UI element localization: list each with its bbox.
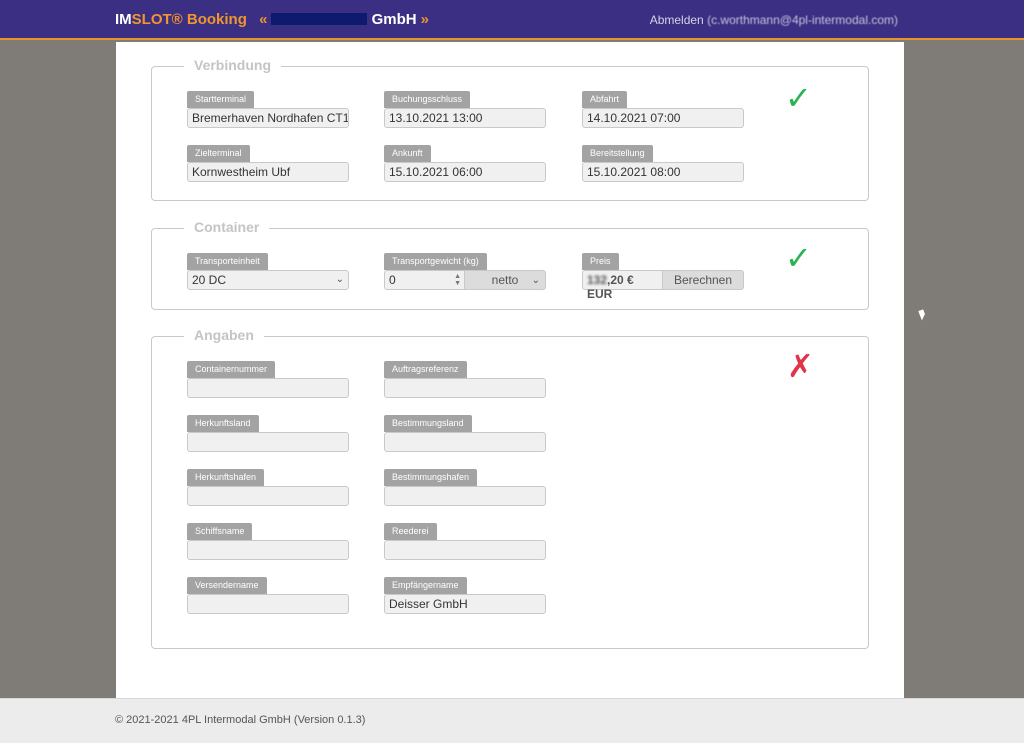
label-reederei: Reederei: [384, 523, 437, 540]
ankunft-input[interactable]: 15.10.2021 06:00: [384, 162, 546, 182]
preis-value-blurred: 132: [587, 273, 608, 287]
label-buchungsschluss: Buchungsschluss: [384, 91, 471, 108]
preis-display: 132,20 € EUR: [582, 270, 663, 301]
label-bestimmungshafen: Bestimmungshafen: [384, 469, 478, 486]
spinner-icon[interactable]: ▲ ▼: [454, 273, 461, 287]
bestimmungsland-input[interactable]: [384, 432, 546, 452]
field-bestimmungshafen: Bestimmungshafen: [384, 467, 546, 506]
mouse-cursor-icon: [918, 309, 927, 321]
abfahrt-input[interactable]: 14.10.2021 07:00: [582, 108, 744, 128]
angaben-invalid-cross-icon: ✗: [787, 347, 814, 385]
field-buchungsschluss: Buchungsschluss 13.10.2021 13:00: [384, 89, 546, 128]
buchungsschluss-input[interactable]: 13.10.2021 13:00: [384, 108, 546, 128]
main-content: Verbindung Startterminal Bremerhaven Nor…: [116, 42, 904, 698]
herkunftshafen-input[interactable]: [187, 486, 349, 506]
label-versendername: Versendername: [187, 577, 267, 594]
field-auftragsreferenz: Auftragsreferenz: [384, 359, 546, 398]
legend-angaben: Angaben: [184, 327, 264, 343]
transportgewicht-input[interactable]: 0 ▲ ▼: [384, 270, 465, 290]
brand-rest: SLOT® Booking: [131, 11, 247, 28]
field-transporteinheit: Transporteinheit 20 DC ⌄: [187, 251, 349, 290]
logout-link[interactable]: Abmelden (c.worthmann@4pl-intermodal.com…: [650, 13, 898, 27]
field-startterminal: Startterminal Bremerhaven Nordhafen CT1-…: [187, 89, 349, 128]
label-auftragsreferenz: Auftragsreferenz: [384, 361, 467, 378]
logout-label: Abmelden: [649, 13, 704, 27]
herkunftsland-input[interactable]: [187, 432, 349, 452]
fieldset-angaben: Angaben Containernummer Auftragsreferenz…: [151, 327, 869, 649]
transportgewicht-value: 0: [389, 273, 396, 287]
field-reederei: Reederei: [384, 521, 546, 560]
brand-title[interactable]: IMSLOT® Booking « GmbH»: [115, 11, 429, 28]
field-schiffsname: Schiffsname: [187, 521, 349, 560]
field-herkunftsland: Herkunftsland: [187, 413, 349, 452]
field-abfahrt: Abfahrt 14.10.2021 07:00: [582, 89, 744, 128]
field-zielterminal: Zielterminal Kornwestheim Ubf: [187, 143, 349, 182]
container-valid-check-icon: ✓: [785, 239, 812, 277]
label-empfaengername: Empfängername: [384, 577, 467, 594]
verbindung-valid-check-icon: ✓: [785, 79, 812, 117]
bereitstellung-input[interactable]: 15.10.2021 08:00: [582, 162, 744, 182]
field-transportgewicht: Transportgewicht (kg) 0 ▲ ▼ netto ⌄: [384, 251, 546, 290]
guillemet-close: »: [420, 11, 429, 28]
bestimmungshafen-input[interactable]: [384, 486, 546, 506]
fieldset-verbindung: Verbindung Startterminal Bremerhaven Nor…: [151, 57, 869, 201]
field-versendername: Versendername: [187, 575, 349, 614]
transporteinheit-select[interactable]: 20 DC: [187, 270, 349, 290]
chevron-down-icon: ⌄: [531, 275, 540, 286]
field-preis: Preis 132,20 € EUR Berechnen: [582, 251, 744, 301]
field-empfaengername: Empfängername Deisser GmbH: [384, 575, 546, 614]
label-startterminal: Startterminal: [187, 91, 255, 108]
label-ankunft: Ankunft: [384, 145, 431, 162]
label-bereitstellung: Bereitstellung: [582, 145, 653, 162]
label-preis: Preis: [582, 253, 619, 270]
fieldset-container: Container Transporteinheit 20 DC ⌄ Trans…: [151, 219, 869, 310]
label-abfahrt: Abfahrt: [582, 91, 628, 108]
containernummer-input[interactable]: [187, 378, 349, 398]
field-containernummer: Containernummer: [187, 359, 349, 398]
label-bestimmungsland: Bestimmungsland: [384, 415, 472, 432]
reederei-input[interactable]: [384, 540, 546, 560]
redacted-company-name: [271, 13, 368, 25]
footer: © 2021-2021 4PL Intermodal GmbH (Version…: [0, 698, 1024, 743]
brand-im: IM: [115, 11, 132, 28]
user-email: (c.worthmann@4pl-intermodal.com): [707, 13, 898, 27]
footer-copyright: © 2021-2021 4PL Intermodal GmbH (Version…: [115, 714, 366, 726]
field-bestimmungsland: Bestimmungsland: [384, 413, 546, 452]
auftragsreferenz-input[interactable]: [384, 378, 546, 398]
label-containernummer: Containernummer: [187, 361, 276, 378]
company-suffix: GmbH: [371, 11, 417, 28]
versendername-input[interactable]: [187, 594, 349, 614]
berechnen-button[interactable]: Berechnen: [663, 270, 744, 290]
schiffsname-input[interactable]: [187, 540, 349, 560]
label-herkunftshafen: Herkunftshafen: [187, 469, 265, 486]
gewicht-mode-select[interactable]: netto ⌄: [465, 270, 546, 290]
legend-container: Container: [184, 219, 270, 235]
field-bereitstellung: Bereitstellung 15.10.2021 08:00: [582, 143, 744, 182]
label-schiffsname: Schiffsname: [187, 523, 253, 540]
label-transporteinheit: Transporteinheit: [187, 253, 268, 270]
top-navbar: IMSLOT® Booking « GmbH» Abmelden (c.wort…: [0, 0, 1024, 40]
chevron-down-icon: ⌄: [335, 274, 344, 285]
legend-verbindung: Verbindung: [184, 57, 281, 73]
field-ankunft: Ankunft 15.10.2021 06:00: [384, 143, 546, 182]
empfaengername-input[interactable]: Deisser GmbH: [384, 594, 546, 614]
label-herkunftsland: Herkunftsland: [187, 415, 259, 432]
label-zielterminal: Zielterminal: [187, 145, 250, 162]
field-herkunftshafen: Herkunftshafen: [187, 467, 349, 506]
zielterminal-input[interactable]: Kornwestheim Ubf: [187, 162, 349, 182]
startterminal-input[interactable]: Bremerhaven Nordhafen CT1-3: [187, 108, 349, 128]
label-transportgewicht: Transportgewicht (kg): [384, 253, 487, 270]
guillemet-open: «: [259, 11, 268, 28]
gewicht-mode-value: netto: [491, 273, 519, 287]
